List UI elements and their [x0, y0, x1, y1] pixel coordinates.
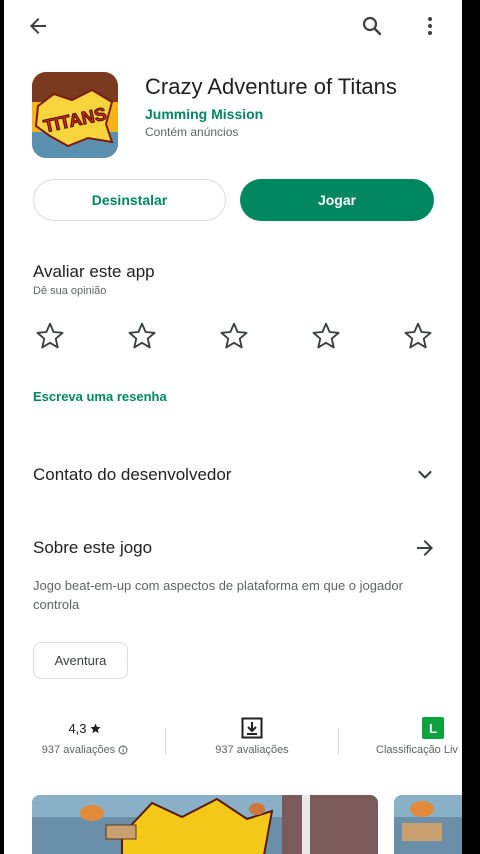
more-options-button[interactable]: [410, 6, 450, 46]
play-button[interactable]: Jogar: [240, 179, 434, 221]
stats-divider: [165, 728, 166, 754]
info-icon: [118, 745, 128, 755]
app-stats-row: 4,3 937 avaliações 937 avaliações L Clas…: [4, 716, 462, 766]
rate-app-subtitle: Dê sua opinião: [33, 285, 107, 297]
app-icon: TITANS: [32, 72, 118, 158]
rating-stat[interactable]: 4,3 937 avaliações: [24, 716, 146, 756]
search-button[interactable]: [352, 6, 392, 46]
arrow-left-icon: [30, 18, 46, 34]
star-rating-input: [32, 318, 436, 354]
star-1-button[interactable]: [32, 318, 68, 354]
rating-count: 937 avaliações: [41, 744, 116, 756]
chevron-down-icon: [418, 470, 432, 479]
star-5-button[interactable]: [400, 318, 436, 354]
developer-contact-label: Contato do desenvolvedor: [33, 465, 232, 484]
more-vert-icon: [428, 17, 432, 35]
genre-chip[interactable]: Aventura: [33, 642, 128, 679]
star-4-button[interactable]: [308, 318, 344, 354]
arrow-right-icon: [417, 540, 433, 556]
about-game-row[interactable]: Sobre este jogo: [33, 533, 437, 563]
top-app-bar: [4, 0, 462, 52]
star-outline-icon: [128, 322, 156, 349]
screen-edge: [462, 0, 480, 854]
download-icon: [241, 717, 263, 739]
content-rating-label: Classificação Liv: [376, 744, 458, 756]
content-rating-stat[interactable]: L Classificação Liv: [376, 716, 462, 756]
content-rating-badge: L: [422, 717, 444, 739]
search-icon: [362, 16, 382, 36]
write-review-link[interactable]: Escreva uma resenha: [33, 389, 167, 404]
star-3-button[interactable]: [216, 318, 252, 354]
star-2-button[interactable]: [124, 318, 160, 354]
app-title: Crazy Adventure of Titans: [145, 74, 397, 99]
star-filled-icon: [89, 723, 101, 733]
star-outline-icon: [36, 322, 64, 349]
back-button[interactable]: [18, 6, 58, 46]
downloads-label: 937 avaliações: [215, 744, 289, 756]
screenshot-thumbnail[interactable]: [394, 795, 462, 854]
star-outline-icon: [404, 322, 432, 349]
rate-app-title: Avaliar este app: [33, 262, 155, 281]
uninstall-button[interactable]: Desinstalar: [33, 179, 226, 221]
star-outline-icon: [312, 322, 340, 349]
screenshot-thumbnail[interactable]: [32, 795, 378, 854]
developer-link[interactable]: Jumming Mission: [145, 106, 263, 122]
play-store-app-page: TITANS Crazy Adventure of Titans Jumming…: [4, 0, 462, 854]
rating-value: 4,3: [68, 720, 87, 736]
game-description: Jogo beat-em-up com aspectos de platafor…: [33, 578, 403, 612]
contains-ads-note: Contém anúncios: [145, 125, 239, 139]
downloads-stat: 937 avaliações: [190, 716, 314, 756]
about-game-label: Sobre este jogo: [33, 538, 153, 557]
stats-divider: [338, 728, 339, 754]
developer-contact-row[interactable]: Contato do desenvolvedor: [33, 460, 437, 490]
star-outline-icon: [220, 322, 248, 349]
